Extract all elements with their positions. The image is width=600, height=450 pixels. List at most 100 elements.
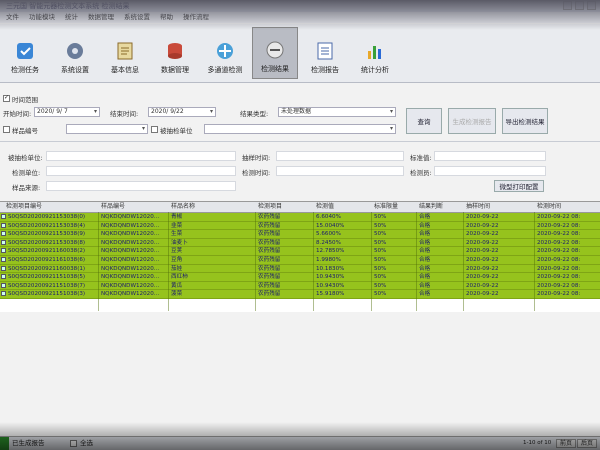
tool-data[interactable]: 数据管理 xyxy=(152,27,198,79)
cell-test-value: 15.9180% xyxy=(316,291,345,298)
col-header-item-code[interactable]: 检测项目编号 xyxy=(6,202,42,212)
table-row[interactable]: S0QSD20200921151038(5) NQKDQNDW12020... 西红… xyxy=(0,273,600,282)
row-checkbox[interactable] xyxy=(1,231,6,237)
minimize-button[interactable] xyxy=(563,1,572,10)
tool-result[interactable]: 检测结果 xyxy=(252,27,298,79)
sample-code-select[interactable] xyxy=(66,124,148,134)
cell-item-code: S0QSD20200921153038(4) xyxy=(8,222,86,229)
row-checkbox[interactable] xyxy=(1,265,6,271)
report-icon xyxy=(317,42,333,60)
col-header-sample-name[interactable]: 样品名称 xyxy=(171,202,195,212)
row-checkbox[interactable] xyxy=(1,248,6,254)
cell-limit: 50% xyxy=(374,214,387,220)
tool-report[interactable]: 检测报告 xyxy=(302,27,348,79)
next-page-button[interactable]: 后页 xyxy=(577,439,598,448)
col-header-test-item[interactable]: 检测项目 xyxy=(258,202,282,212)
row-checkbox[interactable] xyxy=(1,282,6,288)
cell-test-item: 农药残留 xyxy=(258,265,281,272)
tool-settings[interactable]: 系统设置 xyxy=(52,27,98,79)
result-type-select[interactable]: 未处理数据 xyxy=(278,107,396,117)
maximize-button[interactable] xyxy=(575,1,584,10)
row-checkbox[interactable] xyxy=(1,291,6,297)
cell-limit: 50% xyxy=(374,222,387,229)
time-range-label: 时间范围 xyxy=(12,96,38,104)
col-header-limit[interactable]: 标准限量 xyxy=(374,202,398,212)
menu-settings[interactable]: 系统设置 xyxy=(124,12,150,23)
cell-sample-name: 韭菜 xyxy=(171,222,183,229)
table-row[interactable]: S0QSD20200921153038(8) NQKDQNDW12020... 油麦… xyxy=(0,238,600,248)
cell-sample-code: NQKDQNDW12020... xyxy=(101,222,160,229)
menu-file[interactable]: 文件 xyxy=(6,12,19,23)
row-checkbox[interactable] xyxy=(1,214,6,219)
table-row[interactable]: S0QSD20200921153038(4) NQKDQNDW12020... 韭菜… xyxy=(0,221,600,231)
column-divider xyxy=(313,212,314,311)
table-row[interactable]: S0QSD20200921160038(2) NQKDQNDW12020... 豆荚… xyxy=(0,247,600,256)
table-row[interactable]: S0QSD20200921151038(7) NQKDQNDW12020... 黄瓜… xyxy=(0,281,600,291)
generate-report-button[interactable]: 生成检测报告 xyxy=(448,108,496,134)
cell-sample-time: 2020-09-22 xyxy=(466,222,499,229)
col-header-sample-time[interactable]: 抽样时间 xyxy=(466,202,490,212)
menu-modules[interactable]: 功能模块 xyxy=(29,12,55,23)
menu-process[interactable]: 操作流程 xyxy=(183,12,209,23)
cell-judgement: 合格 xyxy=(419,265,431,272)
cell-item-code: S0QSD20200921161038(6) xyxy=(8,257,86,263)
cell-test-time: 2020-09-22 08: xyxy=(537,291,581,298)
table-row[interactable]: S0QSD20200921160038(1) NQKDQNDW12020... 茄娃… xyxy=(0,264,600,274)
table-row[interactable]: S0QSD20200921151038(3) NQKDQNDW12020... 菠菜… xyxy=(0,290,600,299)
col-header-test-value[interactable]: 检测值 xyxy=(316,202,334,212)
tool-info[interactable]: 基本信息 xyxy=(102,27,148,79)
print-config-button[interactable]: 微型打印配置 xyxy=(494,180,544,192)
table-row[interactable]: S0QSD20200921161038(6) NQKDQNDW12020... 豆角… xyxy=(0,256,600,265)
end-date-picker[interactable]: 2020/ 9/22 xyxy=(148,107,216,117)
column-divider xyxy=(255,212,256,311)
app-window: 三元国 智能元器检测文本系统 检测结果 文件 功能模块 统计 数据管理 系统设置… xyxy=(0,0,600,450)
cell-sample-time: 2020-09-22 xyxy=(466,231,499,238)
cell-test-item: 农药残留 xyxy=(258,214,281,220)
end-date-value: 2020/ 9/22 xyxy=(151,108,184,115)
cell-limit: 50% xyxy=(374,265,387,272)
inspected-unit-select[interactable] xyxy=(204,124,396,134)
cell-judgement: 合格 xyxy=(419,274,431,281)
status-indicator xyxy=(0,437,9,450)
cell-limit: 50% xyxy=(374,274,387,281)
cell-limit: 50% xyxy=(374,248,387,255)
prev-page-button[interactable]: 前页 xyxy=(556,439,577,448)
inspected-unit-checkbox[interactable] xyxy=(151,126,158,133)
cell-limit: 50% xyxy=(374,231,387,238)
cell-item-code: S0QSD20200921153038(8) xyxy=(8,239,86,246)
row-checkbox[interactable] xyxy=(1,222,6,228)
cell-limit: 50% xyxy=(374,291,387,298)
export-results-button[interactable]: 导出检测结果 xyxy=(502,108,548,134)
database-icon xyxy=(168,43,182,59)
sample-code-checkbox[interactable] xyxy=(3,126,10,133)
table-row[interactable]: S0QSD20200921153038(0) NQKDQNDW12020... 青椒… xyxy=(0,213,600,222)
cell-sample-code: NQKDQNDW12020... xyxy=(101,282,160,289)
col-header-judgement[interactable]: 结果判断 xyxy=(419,202,443,212)
tool-multichannel[interactable]: 多通道检测 xyxy=(202,27,248,79)
row-checkbox[interactable] xyxy=(1,239,6,245)
close-button[interactable] xyxy=(587,1,596,10)
cell-test-value: 1.9980% xyxy=(316,257,341,263)
tool-task[interactable]: 检测任务 xyxy=(2,27,48,79)
export-results-label: 导出检测结果 xyxy=(505,118,545,126)
time-range-checkbox[interactable] xyxy=(3,94,10,102)
start-date-picker[interactable]: 2020/ 9/ 7 xyxy=(34,107,100,117)
cell-item-code: S0QSD20200921151038(5) xyxy=(8,274,86,281)
col-header-test-time[interactable]: 检测时间 xyxy=(537,202,561,212)
row-checkbox[interactable] xyxy=(1,257,6,262)
cell-test-value: 15.0040% xyxy=(316,222,345,229)
menu-data[interactable]: 数据管理 xyxy=(88,12,114,23)
menu-help[interactable]: 帮助 xyxy=(160,12,173,23)
col-header-sample-code[interactable]: 样品编号 xyxy=(101,202,125,212)
query-button[interactable]: 查询 xyxy=(406,108,442,134)
table-row[interactable]: S0QSD20200921153038(9) NQKDQNDW12020... 生菜… xyxy=(0,230,600,239)
select-all-checkbox[interactable] xyxy=(70,440,77,447)
cell-judgement: 合格 xyxy=(419,214,431,220)
cell-sample-time: 2020-09-22 xyxy=(466,282,499,289)
tool-stats[interactable]: 统计分析 xyxy=(352,27,398,79)
detail-sample-time-label: 抽样时间: xyxy=(242,154,271,162)
row-checkbox[interactable] xyxy=(1,274,6,280)
menu-stats[interactable]: 统计 xyxy=(65,12,78,23)
print-config-label: 微型打印配置 xyxy=(499,183,539,191)
cell-test-time: 2020-09-22 08: xyxy=(537,274,581,281)
